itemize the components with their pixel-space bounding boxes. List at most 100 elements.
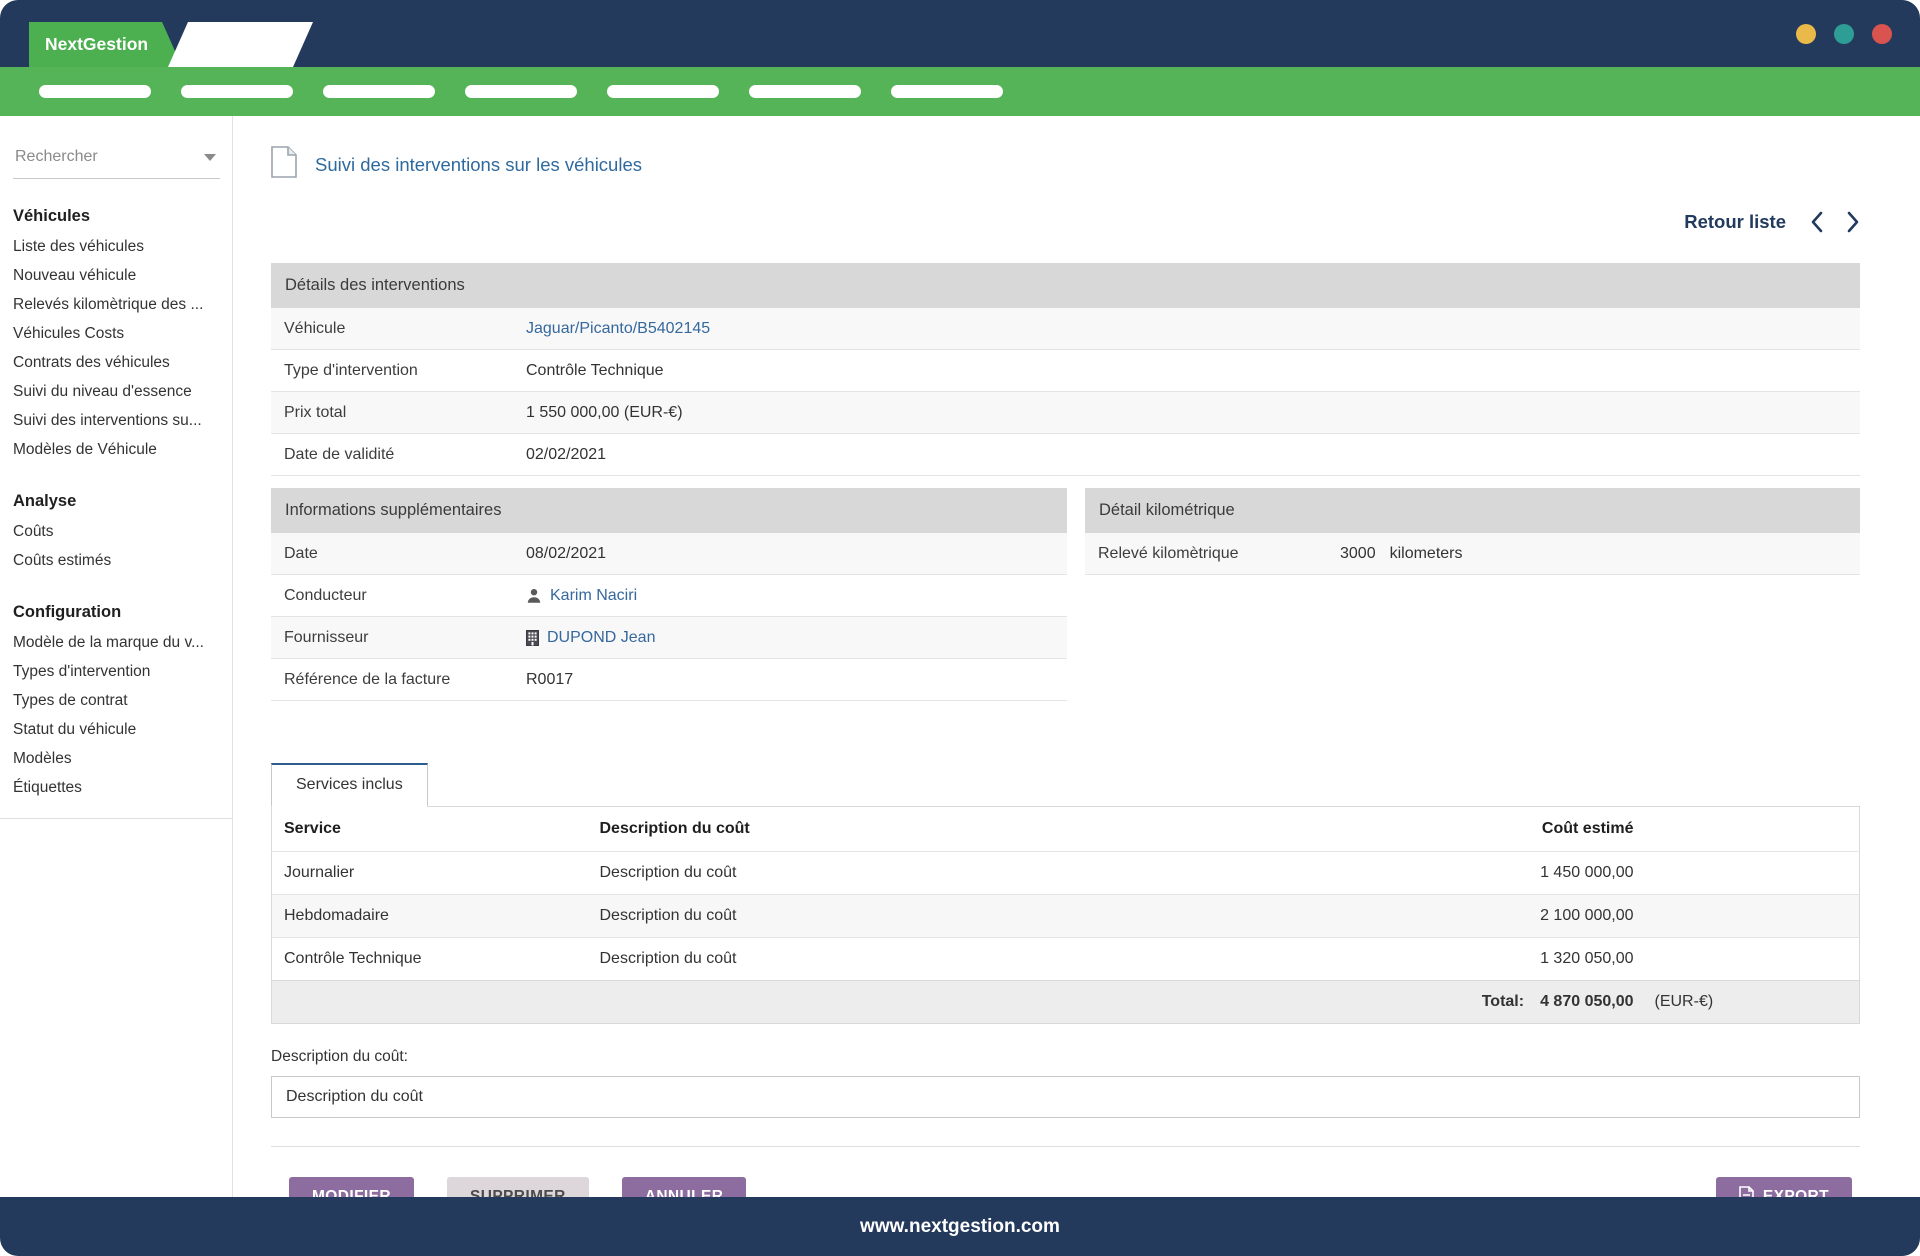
spacer-cell: [1646, 852, 1860, 895]
spacer-cell: [1646, 938, 1860, 981]
cost-cell: 1 320 050,00: [1436, 938, 1646, 981]
sidebar-item[interactable]: Contrats des véhicules: [13, 348, 222, 377]
detail-row: Date08/02/2021: [271, 533, 1067, 575]
sidebar-item[interactable]: Modèles de Véhicule: [13, 435, 222, 464]
service-cell: Hebdomadaire: [272, 895, 588, 938]
sidebar-section-title: Analyse: [13, 492, 222, 511]
top-header: NextGestion: [0, 0, 1920, 67]
window-controls: [1796, 24, 1892, 44]
detail-row: FournisseurDUPOND Jean: [271, 617, 1067, 659]
previous-record-button[interactable]: [1810, 211, 1823, 233]
row-label: Relevé kilomètrique: [1085, 545, 1340, 563]
services-column-header: Coût estimé: [1436, 807, 1646, 852]
window-minimize-dot[interactable]: [1796, 24, 1816, 44]
sidebar-item[interactable]: Statut du véhicule: [13, 715, 222, 744]
actions-divider: [271, 1146, 1860, 1147]
sidebar-item[interactable]: Relevés kilomètrique des ...: [13, 290, 222, 319]
nav-pill-3[interactable]: [323, 85, 435, 98]
nav-pill-7[interactable]: [891, 85, 1003, 98]
km-panel-header: Détail kilométrique: [1085, 488, 1860, 533]
chevron-down-icon: [204, 154, 216, 161]
building-icon: [526, 630, 539, 646]
detail-row: Référence de la factureR0017: [271, 659, 1067, 701]
window-close-dot[interactable]: [1872, 24, 1892, 44]
row-value: 1 550 000,00 (EUR-€): [526, 404, 683, 422]
info-panel-header: Informations supplémentaires: [271, 488, 1067, 533]
row-unit: kilometers: [1390, 545, 1463, 563]
person-icon: [526, 588, 542, 604]
footer: www.nextgestion.com: [0, 1197, 1920, 1256]
page-head: Suivi des interventions sur les véhicule…: [271, 146, 1860, 183]
service-row: Contrôle TechniqueDescription du coût1 3…: [272, 938, 1860, 981]
sidebar-section-title: Configuration: [13, 603, 222, 622]
detail-row: Date de validité02/02/2021: [271, 434, 1860, 476]
row-value: 02/02/2021: [526, 446, 606, 464]
main-content: Suivi des interventions sur les véhicule…: [233, 116, 1920, 1197]
row-value-link[interactable]: DUPOND Jean: [526, 629, 655, 647]
cancel-button[interactable]: ANNULER: [622, 1177, 747, 1197]
sidebar-nav: Véhicules Liste des véhiculesNouveau véhi…: [0, 207, 232, 819]
detail-row: Relevé kilomètrique3000kilometers: [1085, 533, 1860, 575]
row-label: Conducteur: [271, 587, 526, 605]
row-label: Type d'intervention: [271, 362, 526, 380]
service-cell: Journalier: [272, 852, 588, 895]
services-total: Total:4 870 050,00: [1436, 981, 1646, 1024]
description-input[interactable]: Description du coût: [271, 1076, 1860, 1118]
nav-pill-6[interactable]: [749, 85, 861, 98]
sidebar-item[interactable]: Modèles: [13, 744, 222, 773]
cost-cell: 1 450 000,00: [1436, 852, 1646, 895]
detail-row: Type d'interventionContrôle Technique: [271, 350, 1860, 392]
tab-services-inclus[interactable]: Services inclus: [271, 763, 428, 807]
row-value-link[interactable]: Jaguar/Picanto/B5402145: [526, 320, 710, 338]
nav-pill-2[interactable]: [181, 85, 293, 98]
row-value: R0017: [526, 671, 573, 689]
description-label: Description du coût:: [271, 1048, 1860, 1066]
export-button[interactable]: EXPORT: [1716, 1177, 1852, 1197]
row-value: 3000kilometers: [1340, 545, 1463, 563]
row-value: 08/02/2021: [526, 545, 606, 563]
nav-pill-5[interactable]: [607, 85, 719, 98]
return-list-link[interactable]: Retour liste: [1684, 211, 1786, 233]
row-label: Prix total: [271, 404, 526, 422]
sidebar-item[interactable]: Coûts: [13, 517, 222, 546]
row-label: Référence de la facture: [271, 671, 526, 689]
search-placeholder: Rechercher: [15, 148, 98, 166]
page-title: Suivi des interventions sur les véhicule…: [315, 154, 642, 176]
sidebar-item[interactable]: Coûts estimés: [13, 546, 222, 575]
sidebar-item[interactable]: Suivi des interventions su...: [13, 406, 222, 435]
cost-cell: 2 100 000,00: [1436, 895, 1646, 938]
record-nav: Retour liste: [271, 211, 1860, 233]
row-label: Fournisseur: [271, 629, 526, 647]
details-panel-header: Détails des interventions: [271, 263, 1860, 308]
row-value: Contrôle Technique: [526, 362, 664, 380]
sidebar-section-title: Véhicules: [13, 207, 222, 226]
sidebar-item[interactable]: Modèle de la marque du v...: [13, 628, 222, 657]
nav-pill-4[interactable]: [465, 85, 577, 98]
window-maximize-dot[interactable]: [1834, 24, 1854, 44]
next-record-button[interactable]: [1847, 211, 1860, 233]
brand-logo[interactable]: NextGestion: [29, 22, 182, 67]
sidebar-item[interactable]: Types de contrat: [13, 686, 222, 715]
sidebar-item[interactable]: Liste des véhicules: [13, 232, 222, 261]
description-cell: Description du coût: [588, 895, 1436, 938]
search-input[interactable]: Rechercher: [13, 144, 220, 179]
nav-pill-1[interactable]: [39, 85, 151, 98]
row-value-link[interactable]: Karim Naciri: [526, 587, 637, 605]
detail-row: ConducteurKarim Naciri: [271, 575, 1067, 617]
km-panel: Détail kilométrique Relevé kilomètrique3…: [1085, 488, 1860, 575]
sidebar-item[interactable]: Véhicules Costs: [13, 319, 222, 348]
service-row: JournalierDescription du coût1 450 000,0…: [272, 852, 1860, 895]
detail-row: Prix total1 550 000,00 (EUR-€): [271, 392, 1860, 434]
modify-button[interactable]: MODIFIER: [289, 1177, 414, 1197]
info-panel: Informations supplémentaires Date08/02/2…: [271, 488, 1067, 701]
footer-url: www.nextgestion.com: [860, 1216, 1060, 1238]
row-label: Date: [271, 545, 526, 563]
services-total-currency: (EUR-€): [1646, 981, 1860, 1024]
sidebar-item[interactable]: Suivi du niveau d'essence: [13, 377, 222, 406]
row-label: Date de validité: [271, 446, 526, 464]
sidebar-item[interactable]: Types d'intervention: [13, 657, 222, 686]
delete-button[interactable]: SUPPRIMER: [447, 1177, 589, 1197]
export-file-icon: [1739, 1186, 1754, 1198]
sidebar-item[interactable]: Nouveau véhicule: [13, 261, 222, 290]
sidebar-item[interactable]: Étiquettes: [13, 773, 222, 802]
